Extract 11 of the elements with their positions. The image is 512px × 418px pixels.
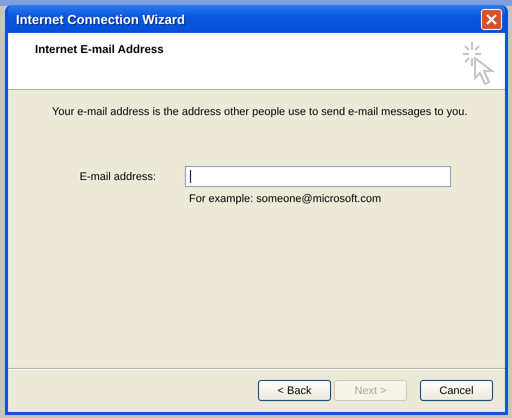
example-text: For example: someone@microsoft.com <box>189 193 382 205</box>
cursor-sparkle-icon <box>461 40 497 86</box>
page-title: Internet E-mail Address <box>35 44 164 58</box>
wizard-button[interactable]: Cancel <box>420 380 493 401</box>
close-icon <box>485 12 498 26</box>
email-label: E-mail address: <box>78 170 156 182</box>
description-text: Your e-mail address is the address other people use to send e-mail messages to you. <box>52 106 468 118</box>
wizard-button[interactable]: < Back <box>258 380 331 401</box>
close-button[interactable] <box>481 8 502 30</box>
window-title: Internet Connection Wizard <box>16 12 185 26</box>
email-input-field[interactable] <box>185 166 451 187</box>
